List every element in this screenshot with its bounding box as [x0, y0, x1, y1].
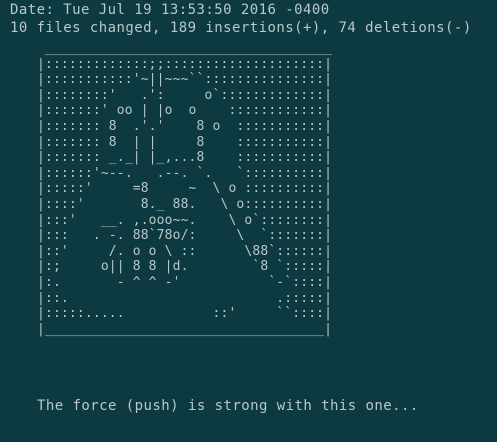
diff-stats-line: 10 files changed, 189 insertions(+), 74 …: [10, 20, 472, 36]
ascii-art-banner: ____________________________________ |::…: [37, 41, 333, 337]
terminal-window[interactable]: Date: Tue Jul 19 13:53:50 2016 -0400 10 …: [0, 0, 497, 442]
push-message: The force (push) is strong with this one…: [37, 398, 419, 414]
commit-date-line: Date: Tue Jul 19 13:53:50 2016 -0400: [10, 2, 330, 18]
